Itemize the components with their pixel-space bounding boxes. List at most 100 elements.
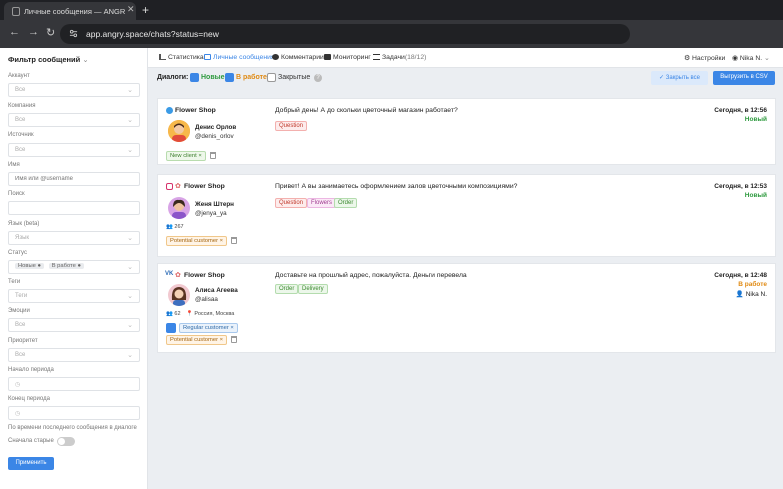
menu-item-monitoring[interactable]: Мониторинг: [324, 54, 371, 61]
filter-company-select[interactable]: Все ⌄: [8, 113, 140, 127]
dialogs-toolbar: Диалоги: Новые В работе Закрытые ? ✓ Зак…: [148, 68, 783, 88]
trash-icon[interactable]: [231, 336, 237, 343]
remove-tag-icon[interactable]: ×: [230, 325, 233, 331]
message-text: Доставьте на прошлый адрес, пожалуйста. …: [275, 272, 467, 279]
status-new-checkbox[interactable]: [190, 73, 199, 82]
menu-item-private-messages[interactable]: Личные сообщения: [204, 54, 275, 61]
location: 📍 Россия, Москва: [186, 311, 235, 317]
new-tab-icon[interactable]: +: [142, 3, 149, 17]
user-handle[interactable]: @jenya_ya: [195, 210, 227, 217]
avatar: [168, 120, 190, 142]
remove-chip-icon[interactable]: ●: [38, 263, 42, 269]
user-name: Алиса Агеева: [195, 287, 238, 294]
customer-tag[interactable]: Potential customer ×: [166, 236, 228, 246]
browser-toolbar: ← → ↻ app.angry.space/chats?status=new: [0, 20, 783, 48]
tab-title: Личные сообщения — ANGR: [24, 7, 126, 16]
chevron-down-icon: ⌄: [82, 55, 89, 64]
status-closed-checkbox[interactable]: [267, 73, 276, 82]
filter-emotions-select[interactable]: Все ⌄: [8, 318, 140, 332]
customer-tag[interactable]: Potential customer ×: [166, 335, 228, 345]
forward-icon[interactable]: →: [28, 26, 39, 38]
old-first-label: Сначала старые: [8, 438, 54, 444]
old-first-toggle[interactable]: [57, 437, 75, 446]
back-icon[interactable]: ←: [9, 26, 20, 38]
remove-chip-icon[interactable]: ●: [77, 263, 81, 269]
filter-label-search: Поиск: [8, 191, 25, 197]
filter-start-date[interactable]: ◷: [8, 377, 140, 391]
filter-end-date[interactable]: ◷: [8, 406, 140, 420]
timestamp: Сегодня, в 12:48: [714, 272, 767, 279]
filter-priority-select[interactable]: Все ⌄: [8, 348, 140, 362]
menu-item-statistics[interactable]: Статистика: [159, 54, 204, 61]
trash-icon[interactable]: [231, 237, 237, 244]
avatar: [168, 284, 190, 306]
user-icon: ◉: [732, 55, 738, 62]
customer-tag[interactable]: New client ×: [166, 151, 206, 161]
user-handle[interactable]: @alisaa: [195, 296, 218, 303]
followers-count: 👥 267: [166, 224, 184, 230]
filter-account-select[interactable]: Все ⌄: [8, 83, 140, 97]
close-all-button[interactable]: ✓ Закрыть все: [651, 71, 708, 85]
filter-source-select[interactable]: Все ⌄: [8, 143, 140, 157]
message-tag: Delivery: [298, 284, 328, 294]
filter-title[interactable]: Фильтр сообщений ⌄: [8, 55, 89, 64]
telegram-icon: [166, 107, 173, 114]
shop-name: Flower Shop: [184, 183, 225, 190]
chat-card[interactable]: Flower Shop Денис Орлов @denis_orlov New…: [157, 98, 776, 165]
help-icon[interactable]: ?: [314, 74, 322, 82]
filter-label-name: Имя: [8, 162, 20, 168]
message-tag: Order: [275, 284, 299, 294]
menu-item-comments[interactable]: Комментарии: [272, 54, 324, 61]
message-tag: Order: [334, 198, 358, 208]
avatar: [168, 197, 190, 219]
location-pin-icon: 📍: [186, 311, 193, 317]
favicon-icon: [12, 7, 20, 16]
monitor-icon: [324, 54, 331, 60]
status-chip[interactable]: Новые ●: [15, 263, 45, 269]
shop-logo-icon: ✿: [175, 272, 181, 279]
user-name: Женя Штерн: [195, 201, 234, 208]
status-inwork-checkbox[interactable]: [225, 73, 234, 82]
filter-label-account: Аккаунт: [8, 73, 30, 79]
browser-tab[interactable]: Личные сообщения — ANGR: [4, 2, 136, 20]
remove-tag-icon[interactable]: ×: [220, 238, 223, 244]
remove-tag-icon[interactable]: ×: [198, 153, 201, 159]
customer-tag[interactable]: Regular customer ×: [179, 323, 238, 333]
user-handle[interactable]: @denis_orlov: [195, 133, 234, 140]
filter-label-company: Компания: [8, 103, 36, 109]
filter-label-source: Источник: [8, 132, 34, 138]
user-menu[interactable]: ◉ Nika N. ⌄: [732, 54, 770, 62]
filter-name-input[interactable]: [8, 172, 140, 186]
remove-tag-icon[interactable]: ×: [220, 337, 223, 343]
tab-close-icon[interactable]: ✕: [127, 4, 135, 15]
dialogs-title: Диалоги:: [157, 74, 189, 81]
chat-card[interactable]: ✿ Flower Shop Женя Штерн @jenya_ya 👥 267…: [157, 174, 776, 257]
apply-button[interactable]: Применить: [8, 457, 54, 470]
shop-name: Flower Shop: [184, 272, 225, 279]
chat-card[interactable]: VK ✿ Flower Shop Алиса Агеева @alisaa 👥 …: [157, 263, 776, 353]
menu-item-tasks[interactable]: Задачи(18/12): [373, 54, 426, 61]
message-tag: Flowers: [307, 198, 337, 208]
address-bar[interactable]: app.angry.space/chats?status=new: [60, 24, 630, 44]
trash-icon[interactable]: [210, 152, 216, 159]
assignee[interactable]: 👤 Nika N.: [736, 290, 767, 298]
filter-language-select[interactable]: Язык ⌄: [8, 231, 140, 245]
settings-link[interactable]: ⚙ Настройки: [684, 54, 725, 62]
chat-status: Новый: [744, 192, 767, 199]
chevron-down-icon: ⌄: [127, 117, 133, 124]
reload-icon[interactable]: ↻: [46, 26, 55, 39]
message-text: Добрый день! А до скольки цветочный мага…: [275, 107, 458, 114]
site-info-icon[interactable]: [69, 29, 78, 38]
filter-search-input[interactable]: [8, 201, 140, 215]
users-icon: 👥: [166, 224, 173, 230]
filter-tags-select[interactable]: Теги ⌄: [8, 289, 140, 303]
export-csv-button[interactable]: Выгрузить в CSV: [713, 71, 775, 85]
filter-status-select[interactable]: Новые ● В работе ● ⌄: [8, 260, 140, 274]
filter-label-start: Начало периода: [8, 367, 54, 373]
filter-sidebar: Фильтр сообщений ⌄ Аккаунт Все ⌄ Компания…: [0, 48, 148, 489]
clock-icon: ◷: [15, 382, 21, 388]
status-chip[interactable]: В работе ●: [48, 263, 84, 269]
tasks-icon: [373, 54, 380, 60]
instagram-icon: [166, 183, 173, 190]
list-icon[interactable]: [166, 323, 176, 333]
